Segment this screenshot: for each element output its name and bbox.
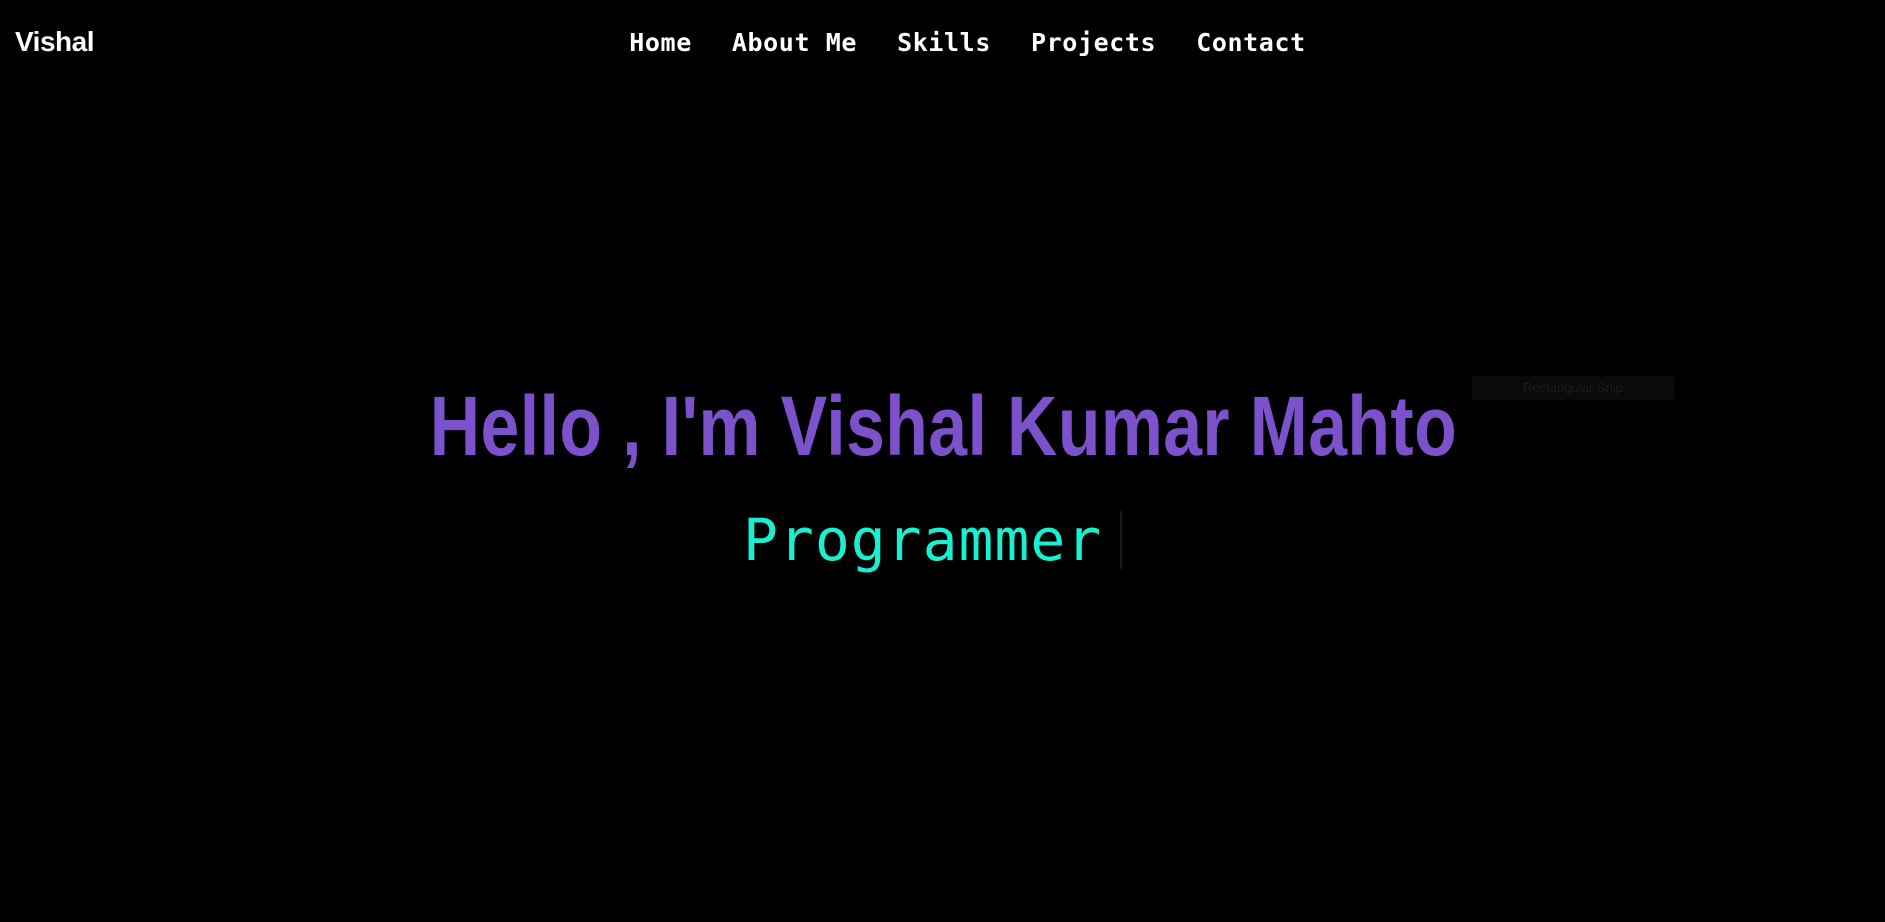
rectangular-snip-overlay[interactable]: Rectangular Snip bbox=[1472, 376, 1674, 400]
typed-role-text: Programmer bbox=[743, 506, 1103, 574]
nav-links: Home About Me Skills Projects Contact bbox=[629, 28, 1306, 57]
nav-link-about-me[interactable]: About Me bbox=[732, 28, 857, 57]
nav-link-home[interactable]: Home bbox=[629, 28, 692, 57]
typed-text-container: Programmer bbox=[743, 505, 1123, 575]
nav-link-contact[interactable]: Contact bbox=[1196, 28, 1306, 57]
main-nav: Home About Me Skills Projects Contact bbox=[0, 22, 1885, 62]
nav-link-skills[interactable]: Skills bbox=[897, 28, 991, 57]
nav-link-projects[interactable]: Projects bbox=[1031, 28, 1156, 57]
typing-caret bbox=[1120, 511, 1123, 569]
